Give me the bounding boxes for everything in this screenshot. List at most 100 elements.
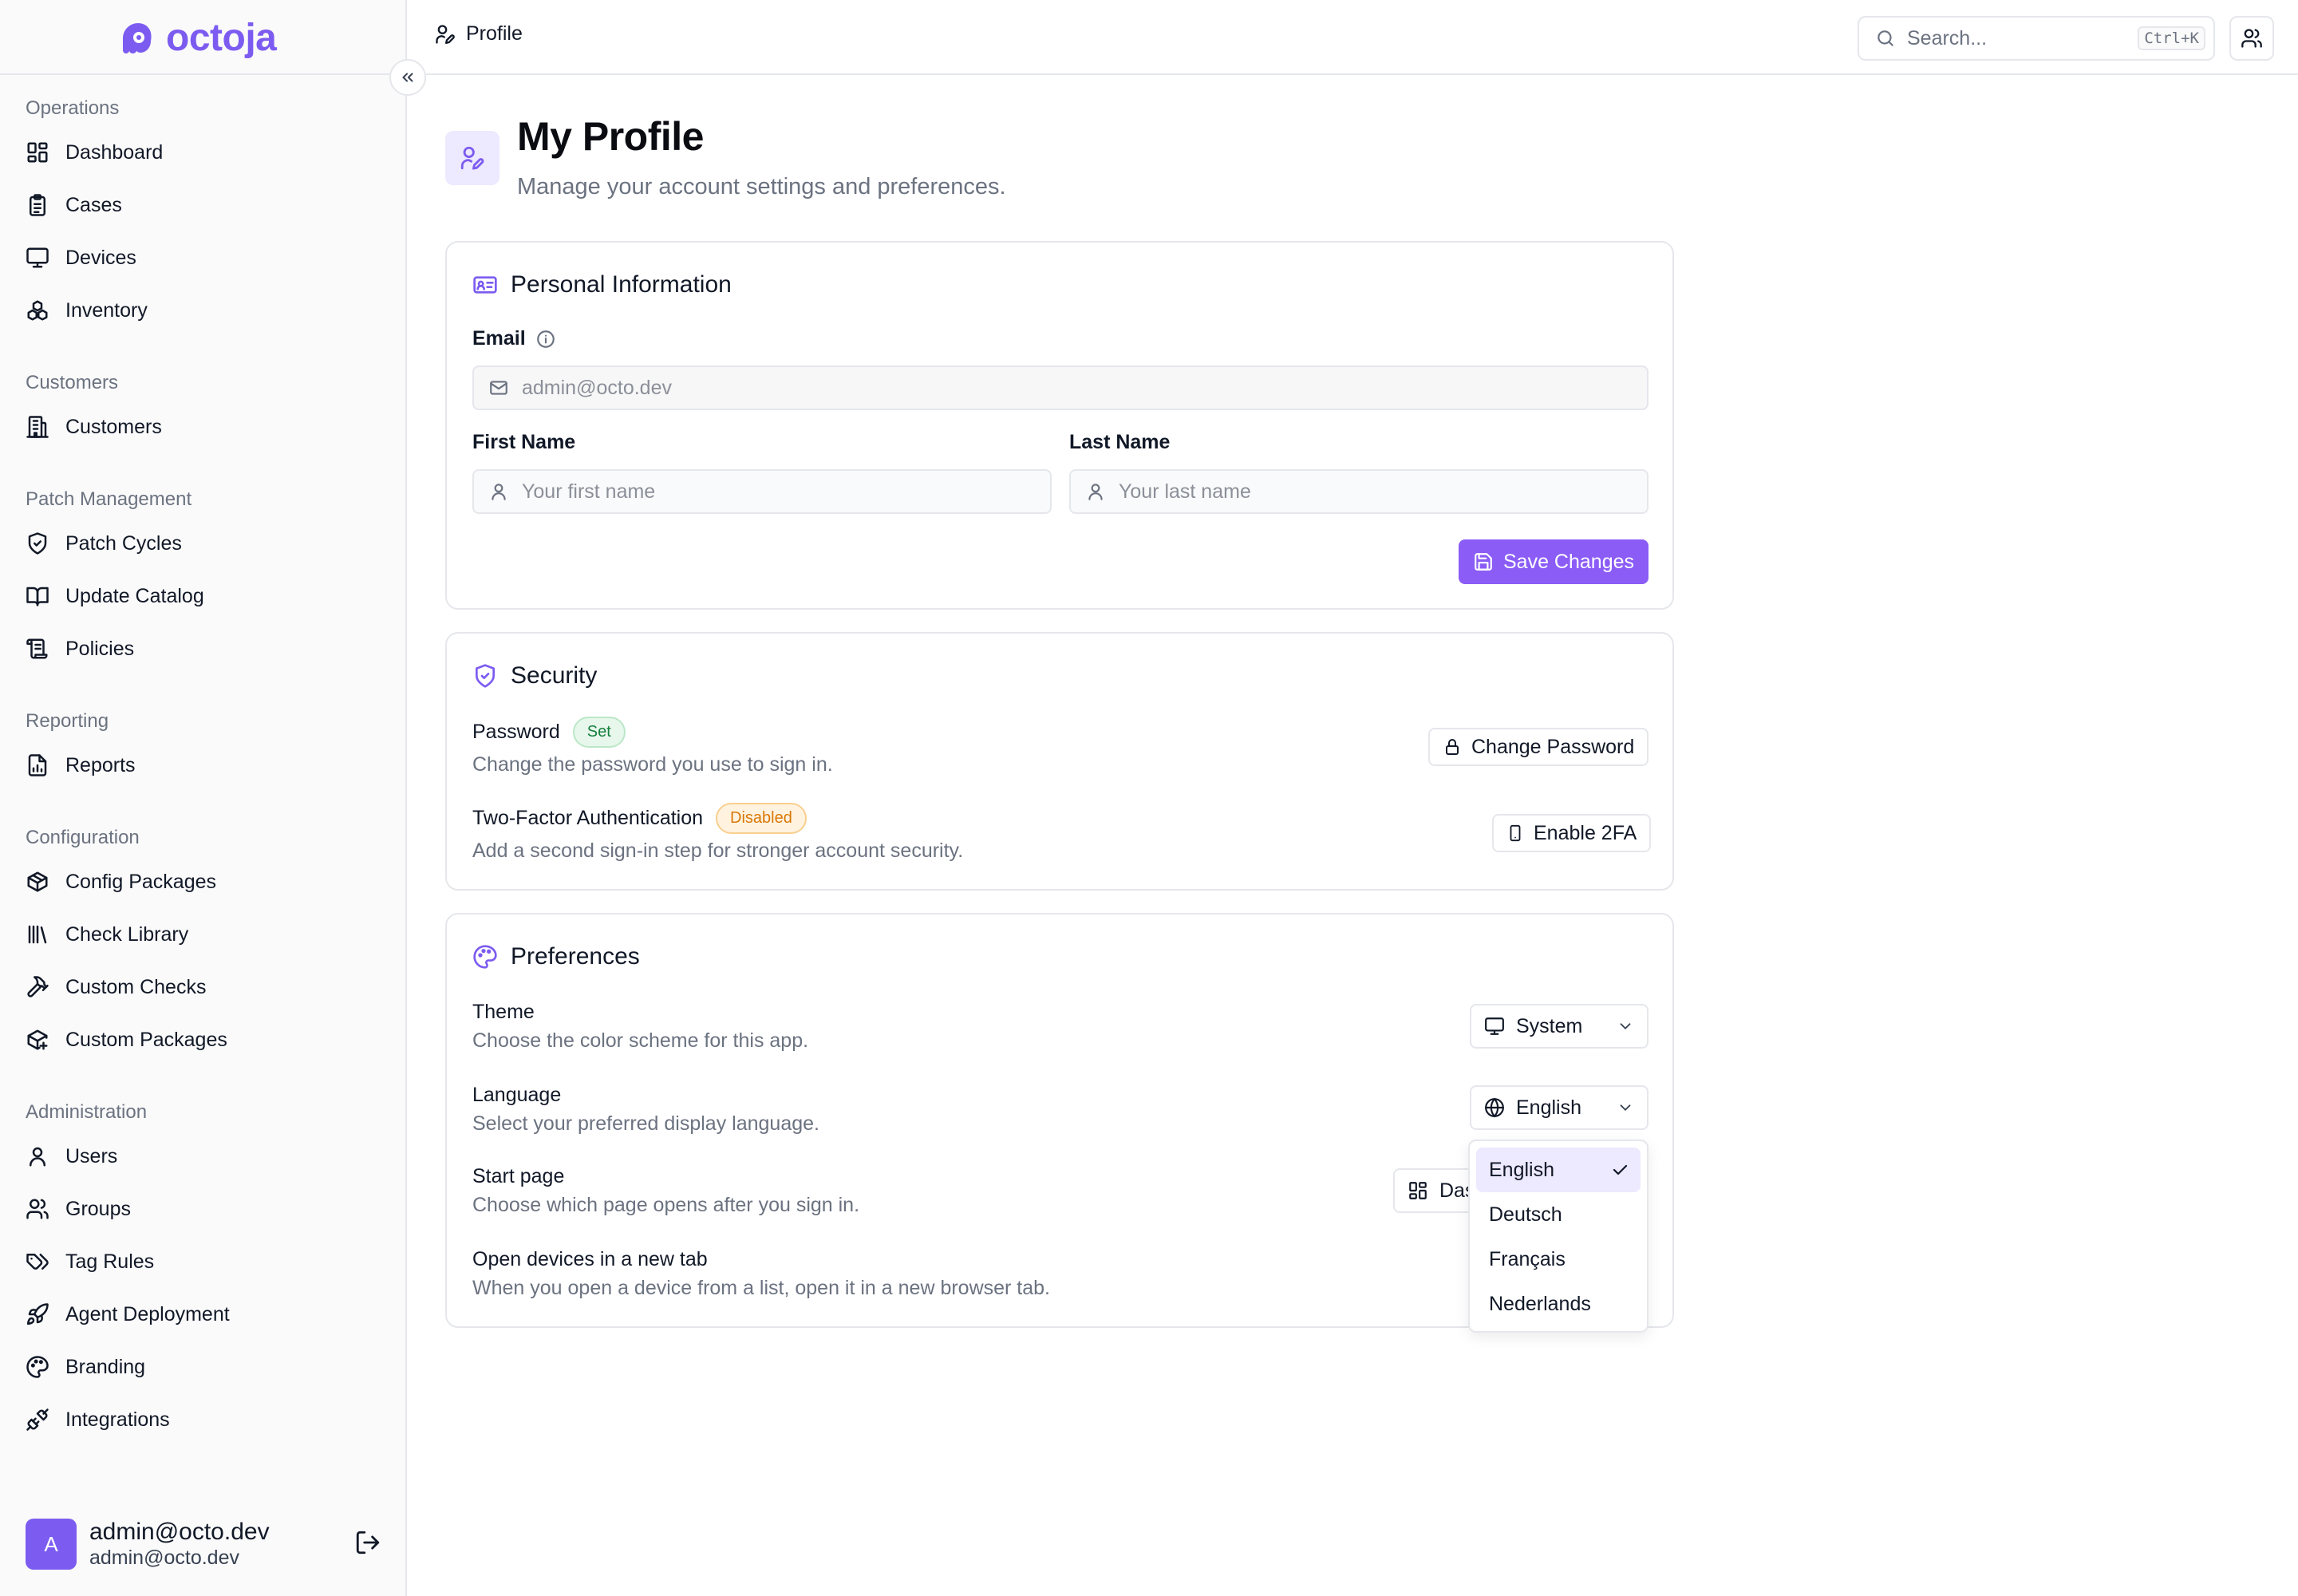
smartphone-icon: [1510, 824, 1521, 842]
sidebar-item-label: Users: [65, 1144, 118, 1167]
user-pen-icon: [460, 146, 484, 170]
sidebar-item-label: Update Catalog: [65, 584, 204, 607]
scroll-icon: [26, 638, 48, 659]
save-icon: [1475, 553, 1492, 571]
lock-icon: [1446, 739, 1459, 755]
boxes-icon: [27, 300, 48, 321]
check-icon: [1613, 1164, 1628, 1175]
sidebar-item-label: Branding: [65, 1355, 146, 1378]
sidebar-item-inventory[interactable]: Inventory: [0, 284, 407, 337]
nav-section-title: Operations: [26, 97, 120, 119]
sidebar-item-label: Dashboard: [65, 140, 164, 164]
id-card-icon: [473, 276, 497, 294]
sidebar-item-label: Reports: [65, 753, 136, 776]
first-name-field[interactable]: Your first name: [472, 469, 1052, 514]
sidebar-item-branding[interactable]: Branding: [0, 1341, 407, 1393]
nav-section: Operations Dashboard Cases Devices Inventory: [0, 85, 407, 337]
nav-section: Patch Management Patch Cycles Update Catal…: [0, 476, 407, 675]
sidebar-item-users[interactable]: Users: [0, 1130, 407, 1183]
twofa-description: Add a second sign-in step for stronger a…: [472, 839, 964, 862]
chevron-down-icon: [1620, 1023, 1631, 1030]
sidebar-item-check-library[interactable]: Check Library: [0, 908, 407, 961]
theme-select[interactable]: System: [1470, 1004, 1648, 1049]
sidebar-item-reports[interactable]: Reports: [0, 739, 407, 792]
breadcrumb-current[interactable]: Profile: [466, 22, 523, 45]
sidebar-item-label: Cases: [65, 193, 122, 216]
building-icon: [26, 416, 49, 438]
language-option[interactable]: English: [1476, 1148, 1641, 1192]
sidebar-item-label: Tag Rules: [65, 1250, 155, 1273]
language-option[interactable]: Nederlands: [1476, 1282, 1641, 1326]
sidebar-item-custom-packages[interactable]: Custom Packages: [0, 1013, 407, 1066]
sidebar-nav: Operations Dashboard Cases Devices Inventory…: [0, 85, 407, 1468]
sidebar-item-agent-deployment[interactable]: Agent Deployment: [0, 1288, 407, 1341]
palette-icon: [473, 945, 497, 969]
email-field[interactable]: admin@octo.dev: [472, 365, 1648, 410]
personal-information-card: Personal Information Email admin@octo.de…: [445, 241, 1674, 610]
language-option[interactable]: Deutsch: [1476, 1192, 1641, 1237]
sidebar-item-label: Custom Packages: [65, 1028, 227, 1051]
last-name-placeholder: Your last name: [1119, 480, 1251, 503]
palette-icon: [26, 1356, 49, 1378]
sidebar-item-customers[interactable]: Customers: [0, 401, 407, 453]
save-changes-button[interactable]: Save Changes: [1459, 539, 1648, 584]
sidebar-item-custom-checks[interactable]: Custom Checks: [0, 961, 407, 1013]
sidebar-item-integrations[interactable]: Integrations: [0, 1393, 407, 1446]
language-label: Language: [472, 1084, 562, 1106]
first-name-label: First Name: [472, 431, 576, 453]
email-label: Email: [472, 327, 556, 350]
search-placeholder: Search...: [1907, 26, 1988, 49]
sidebar-item-label: Patch Cycles: [65, 531, 182, 555]
twofa-row-title: Two-Factor Authentication Disabled: [472, 803, 807, 834]
chevron-down-icon: [1620, 1104, 1631, 1112]
change-password-button[interactable]: Change Password: [1428, 728, 1649, 766]
card-title: Preferences: [472, 943, 640, 970]
user-menu-button[interactable]: [2229, 16, 2274, 61]
card-title: Personal Information: [472, 271, 732, 298]
sidebar-item-label: Agent Deployment: [65, 1302, 230, 1325]
logout-icon[interactable]: [354, 1529, 381, 1556]
start-page-label: Start page: [472, 1165, 565, 1187]
users-icon: [2241, 29, 2262, 48]
nav-section-title: Customers: [26, 372, 119, 393]
plug-icon: [26, 1408, 49, 1431]
language-select[interactable]: English: [1470, 1085, 1648, 1130]
language-option[interactable]: Français: [1476, 1237, 1641, 1282]
collapse-sidebar-button[interactable]: [389, 59, 426, 96]
last-name-label: Last Name: [1069, 431, 1171, 453]
user-pen-icon: [436, 24, 455, 44]
sidebar-item-cases[interactable]: Cases: [0, 179, 407, 231]
sidebar-item-patch-cycles[interactable]: Patch Cycles: [0, 517, 407, 570]
language-description: Select your preferred display language.: [472, 1112, 819, 1135]
avatar[interactable]: A: [26, 1519, 77, 1570]
search-icon: [1877, 30, 1893, 46]
sidebar-user: A admin@octo.dev admin@octo.dev: [26, 1516, 385, 1572]
email-value: admin@octo.dev: [522, 376, 672, 399]
page-subtitle: Manage your account settings and prefere…: [517, 174, 1006, 200]
new-tab-label: Open devices in a new tab: [472, 1248, 708, 1270]
info-icon[interactable]: [535, 329, 556, 350]
sidebar-item-label: Custom Checks: [65, 975, 207, 998]
topbar: Profile Search... Ctrl+K: [409, 0, 2298, 75]
password-row-title: Password Set: [472, 717, 626, 748]
app-logo[interactable]: octoja: [120, 18, 277, 59]
sidebar-item-tag-rules[interactable]: Tag Rules: [0, 1235, 407, 1288]
nav-section: Reporting Reports: [0, 697, 407, 792]
dashboard-icon: [1409, 1182, 1427, 1199]
theme-label: Theme: [472, 1001, 535, 1023]
sidebar-item-groups[interactable]: Groups: [0, 1183, 407, 1235]
nav-section-title: Patch Management: [26, 488, 192, 510]
sidebar-item-label: Check Library: [65, 922, 189, 946]
sidebar-item-config-packages[interactable]: Config Packages: [0, 855, 407, 908]
search-input[interactable]: Search... Ctrl+K: [1858, 16, 2215, 61]
last-name-field[interactable]: Your last name: [1069, 469, 1648, 514]
enable-2fa-button[interactable]: Enable 2FA: [1492, 814, 1652, 852]
shield-check-icon: [476, 664, 495, 688]
file-chart-icon: [28, 754, 47, 776]
sidebar-item-dashboard[interactable]: Dashboard: [0, 126, 407, 179]
nav-section-title: Reporting: [26, 710, 109, 732]
sidebar-item-devices[interactable]: Devices: [0, 231, 407, 284]
sidebar-item-update-catalog[interactable]: Update Catalog: [0, 570, 407, 622]
sidebar-item-policies[interactable]: Policies: [0, 622, 407, 675]
user-icon: [30, 1147, 45, 1167]
